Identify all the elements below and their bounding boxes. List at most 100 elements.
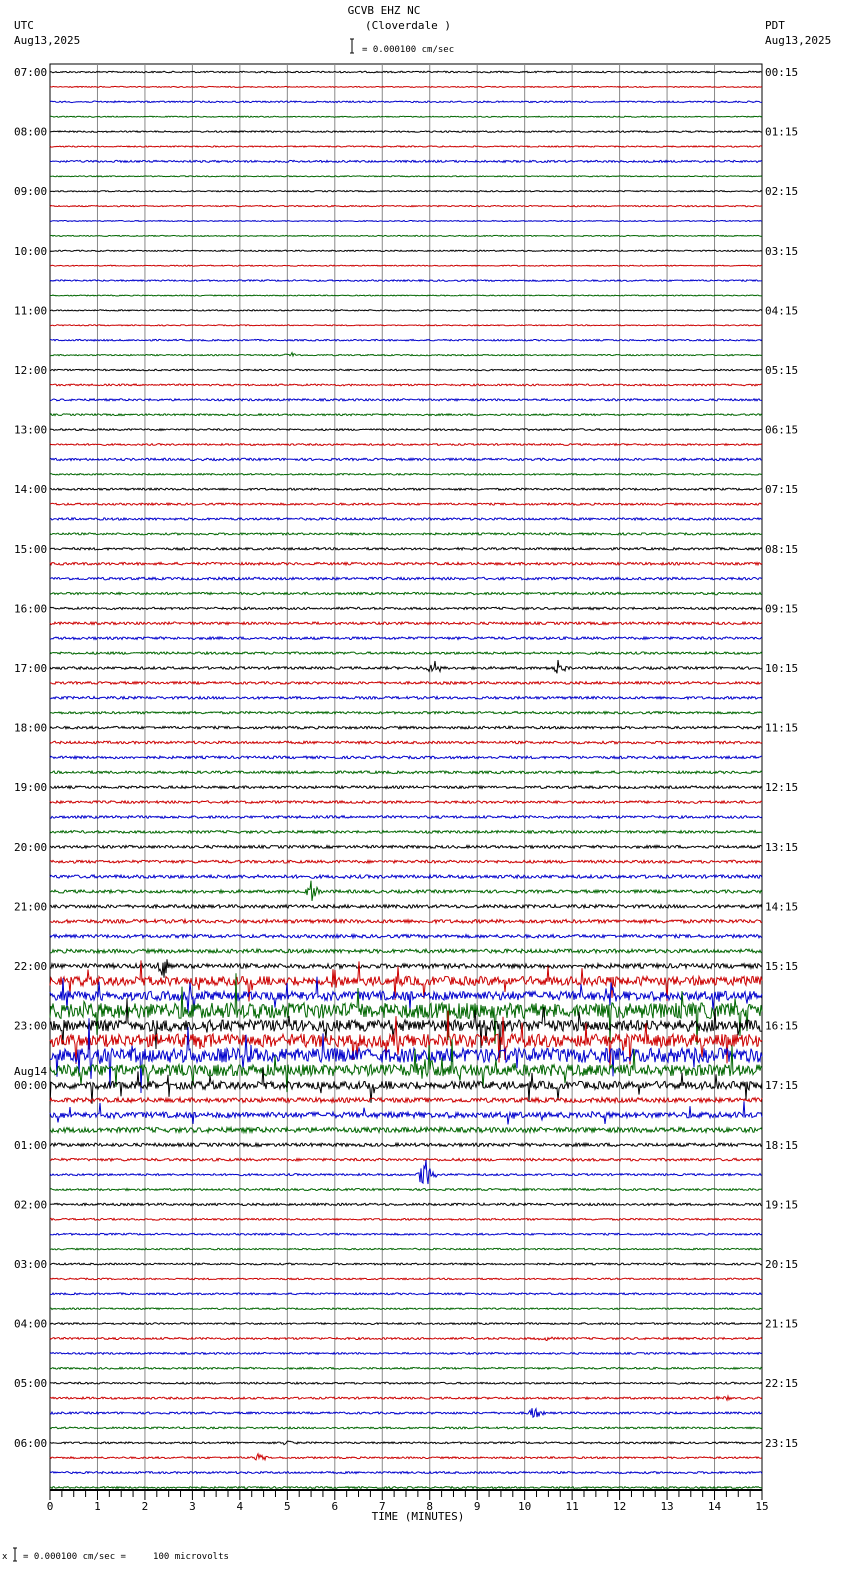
trace-line [49, 1426, 763, 1430]
pdt-hour-label: 22:15 [765, 1377, 798, 1390]
pdt-hour-label: 09:15 [765, 602, 798, 615]
utc-hour-label: 04:00 [14, 1318, 47, 1331]
trace-line [49, 947, 763, 955]
utc-hour-label: 19:00 [14, 781, 47, 794]
trace-line [49, 1321, 763, 1326]
x-tick-label: 3 [189, 1500, 196, 1513]
trace-line [49, 457, 762, 462]
pdt-hour-label: 04:15 [765, 304, 798, 317]
trace-line [49, 278, 763, 283]
trace-line [49, 472, 763, 476]
pdt-hour-label: 17:15 [765, 1079, 798, 1092]
x-tick-label: 9 [474, 1500, 481, 1513]
trace-line [49, 561, 763, 567]
utc-hour-label: 00:00 [14, 1079, 47, 1092]
x-tick-label: 11 [566, 1500, 579, 1513]
trace-line [49, 309, 763, 312]
trace-line [50, 1291, 763, 1296]
utc-hour-label: 10:00 [14, 245, 47, 258]
right-timezone: PDT [765, 19, 785, 32]
trace-line [49, 1095, 763, 1105]
pdt-hour-label: 05:15 [765, 364, 798, 377]
trace-line [50, 917, 763, 925]
pdt-hour-label: 19:15 [765, 1198, 798, 1211]
trace-line [49, 145, 763, 148]
x-tick-label: 14 [708, 1500, 722, 1513]
utc-hour-label: 09:00 [14, 185, 47, 198]
trace-line [49, 85, 763, 89]
pdt-hour-label: 11:15 [765, 722, 798, 735]
trace-line [49, 1262, 763, 1266]
trace-line [49, 725, 763, 731]
utc-hour-label: 06:00 [14, 1437, 47, 1450]
trace-line [49, 204, 763, 208]
trace-line [49, 1277, 763, 1281]
trace-line [49, 397, 763, 402]
trace-line [49, 1232, 763, 1237]
left-date: Aug13,2025 [14, 34, 80, 47]
utc-hour-label: 01:00 [14, 1139, 47, 1152]
x-tick-label: 12 [613, 1500, 626, 1513]
trace-line [49, 546, 763, 552]
pdt-hour-label: 15:15 [765, 960, 798, 973]
utc-hour-label: 17:00 [14, 662, 47, 675]
x-tick-label: 15 [755, 1500, 768, 1513]
trace-line [49, 1187, 763, 1192]
trace-line [49, 576, 763, 582]
trace-line [49, 932, 763, 940]
trace-line [50, 351, 763, 358]
trace-line [49, 829, 762, 835]
utc-hour-label: 02:00 [14, 1198, 47, 1211]
trace-line [49, 383, 763, 387]
trace-line [49, 129, 763, 134]
trace-line [49, 531, 763, 536]
trace-line [49, 427, 763, 432]
trace-line [49, 264, 762, 267]
scale-bar-icon [350, 38, 354, 54]
footer-scale: = 0.000100 cm/sec = 100 microvolts [23, 1552, 229, 1562]
trace-line [49, 1470, 763, 1475]
x-tick-label: 5 [284, 1500, 291, 1513]
trace-line [49, 695, 763, 701]
utc-hour-label: 18:00 [14, 722, 47, 735]
trace-line [50, 880, 763, 901]
utc-hour-label: 22:00 [14, 960, 47, 973]
trace-line [49, 338, 763, 342]
trace-line [49, 1394, 763, 1402]
trace-line [49, 873, 763, 880]
pdt-hour-label: 18:15 [765, 1139, 798, 1152]
trace-line [49, 1157, 763, 1163]
x-tick-label: 6 [331, 1500, 338, 1513]
trace-line [49, 249, 763, 253]
grid [49, 63, 763, 1491]
trace-line [49, 710, 763, 716]
trace-line [49, 858, 763, 865]
trace-line [49, 769, 763, 775]
trace-line [49, 442, 763, 447]
trace-line [49, 650, 763, 656]
utc-hour-label: 15:00 [14, 543, 47, 556]
helicorder-chart: GCVB EHZ NC (Cloverdale ) UTC Aug13,2025… [2, 4, 831, 1562]
trace-line [49, 1440, 763, 1446]
pdt-hour-label: 07:15 [765, 483, 798, 496]
date-change-label: Aug14 [14, 1065, 47, 1078]
trace-line [49, 516, 763, 522]
trace-line [49, 680, 763, 686]
trace-line [49, 1247, 763, 1251]
utc-hour-label: 13:00 [14, 424, 47, 437]
utc-hour-label: 20:00 [14, 841, 47, 854]
pdt-hour-label: 23:15 [765, 1437, 798, 1450]
trace-line [49, 1351, 763, 1356]
x-tick-label: 1 [94, 1500, 101, 1513]
traces [49, 70, 763, 1490]
trace-line [49, 591, 763, 596]
trace-line [49, 620, 763, 626]
left-timezone: UTC [14, 19, 34, 32]
trace-line [49, 412, 763, 417]
pdt-hour-label: 21:15 [765, 1318, 798, 1331]
pdt-hour-label: 08:15 [765, 543, 798, 556]
chart-subtitle: (Cloverdale ) [365, 19, 451, 32]
x-tick-label: 13 [660, 1500, 673, 1513]
trace-line [49, 115, 763, 118]
utc-hour-label: 12:00 [14, 364, 47, 377]
